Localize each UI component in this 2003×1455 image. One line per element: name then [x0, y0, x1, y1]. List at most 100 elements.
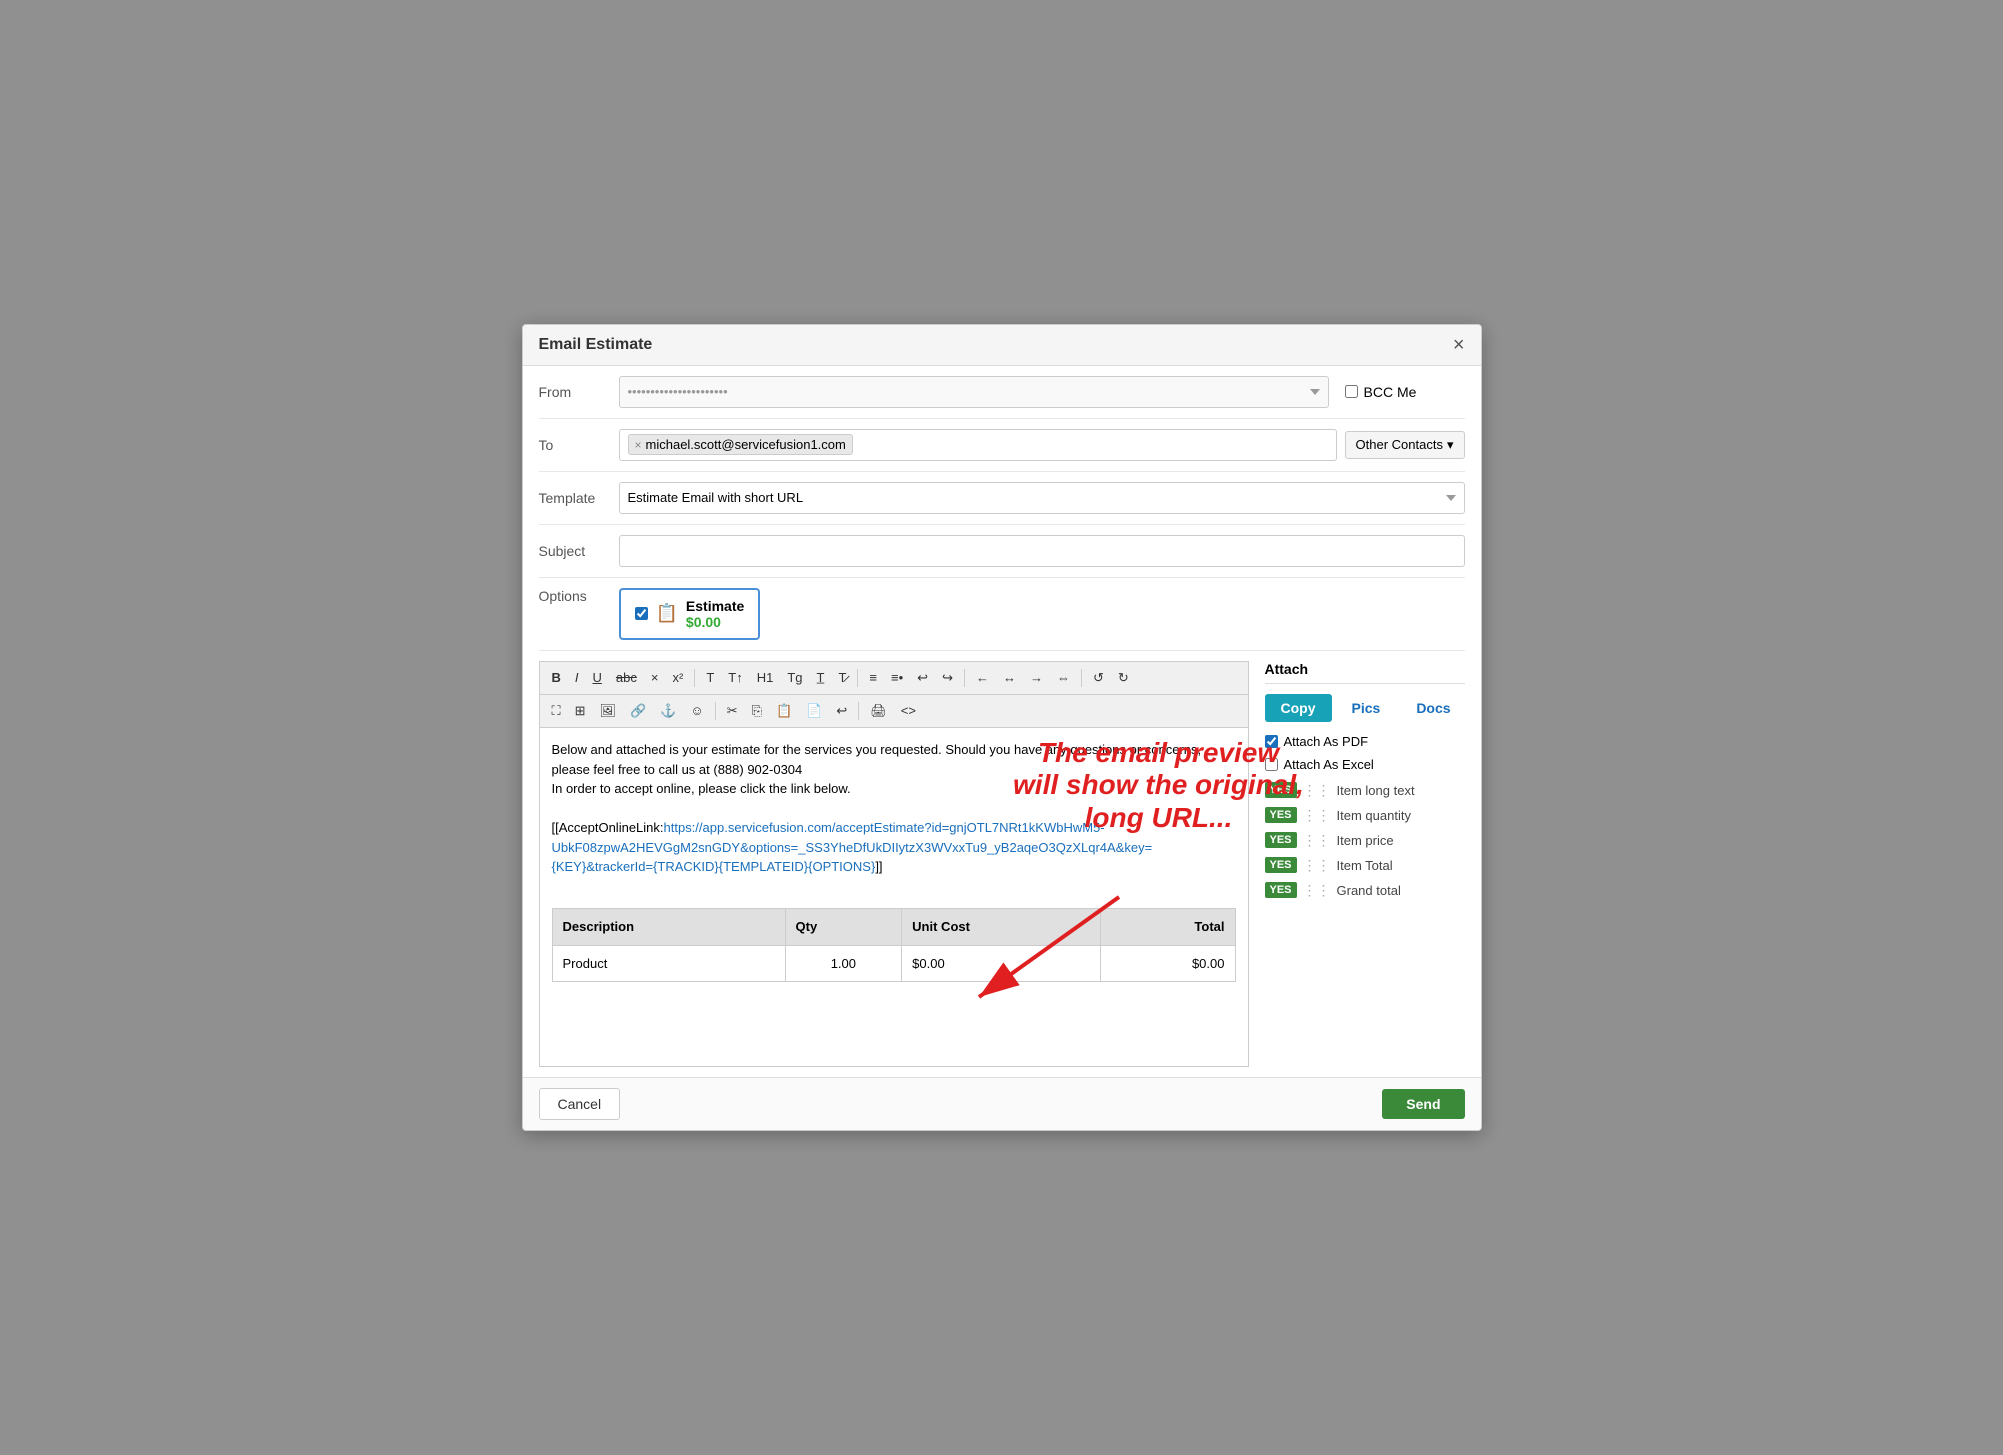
to-row: To × michael.scott@servicefusion1.com Ot…: [539, 419, 1465, 472]
to-field[interactable]: × michael.scott@servicefusion1.com: [619, 429, 1337, 461]
tab-copy[interactable]: Copy: [1265, 694, 1332, 722]
drag-handle-5[interactable]: ⋮⋮: [1303, 882, 1331, 899]
attach-title: Attach: [1265, 661, 1465, 684]
editor-link-para: [[AcceptOnlineLink:https://app.servicefu…: [552, 818, 1236, 877]
tab-docs[interactable]: Docs: [1400, 694, 1466, 722]
font-size-button[interactable]: T: [700, 666, 720, 690]
drag-handle-3[interactable]: ⋮⋮: [1303, 832, 1331, 849]
outdent-button[interactable]: ↩: [911, 666, 934, 690]
modal-footer: Cancel Send: [523, 1077, 1481, 1130]
tag-button[interactable]: Tg: [781, 666, 808, 690]
cancel-button[interactable]: Cancel: [539, 1088, 621, 1120]
toggle-item-price: YES ⋮⋮ Item price: [1265, 832, 1465, 849]
heading-button[interactable]: H1: [751, 666, 780, 690]
bcc-checkbox[interactable]: [1345, 385, 1358, 398]
toolbar-sep3: [964, 669, 965, 687]
subject-input[interactable]: [619, 535, 1465, 567]
print-button[interactable]: 🖨: [864, 699, 893, 723]
email-estimate-modal: Email Estimate × From ••••••••••••••••••…: [522, 324, 1482, 1131]
yes-toggle-grand-total[interactable]: YES: [1265, 882, 1297, 898]
editor-body[interactable]: Below and attached is your estimate for …: [539, 727, 1249, 1067]
toggle-item-quantity: YES ⋮⋮ Item quantity: [1265, 807, 1465, 824]
font-color-button[interactable]: T̲: [811, 666, 831, 690]
table-cell-total: $0.00: [1100, 945, 1235, 982]
estimate-card-text: Estimate $0.00: [686, 598, 744, 630]
redo-button[interactable]: ↻: [1112, 666, 1135, 690]
source-button[interactable]: <>: [895, 699, 922, 723]
estimate-card-amount: $0.00: [686, 614, 744, 630]
from-select[interactable]: ••••••••••••••••••••••: [619, 376, 1329, 408]
ol-button[interactable]: ≡•: [885, 666, 909, 690]
ul-button[interactable]: ≡: [863, 666, 883, 690]
modal-body: From •••••••••••••••••••••• BCC Me To: [523, 366, 1481, 1077]
image-button[interactable]: 🖼: [594, 699, 623, 723]
subject-row: Subject: [539, 525, 1465, 578]
strikethrough-button[interactable]: abc: [610, 666, 643, 690]
font-up-button[interactable]: T↑: [722, 666, 748, 690]
main-content: B I U abc × x² T T↑ H1 Tg T̲ T̷: [523, 651, 1481, 1077]
from-row: From •••••••••••••••••••••• BCC Me: [539, 366, 1465, 419]
form-section: From •••••••••••••••••••••• BCC Me To: [523, 366, 1481, 651]
table-button[interactable]: ⊞: [569, 699, 592, 723]
drag-handle-2[interactable]: ⋮⋮: [1303, 807, 1331, 824]
yes-toggle-item-quantity[interactable]: YES: [1265, 807, 1297, 823]
close-button[interactable]: ×: [1453, 335, 1465, 355]
yes-toggle-item-long-text[interactable]: YES: [1265, 782, 1297, 798]
subscript-button[interactable]: ×: [645, 666, 665, 690]
align-right-button[interactable]: →: [1024, 666, 1049, 690]
indent-button[interactable]: ↪: [936, 666, 959, 690]
editor-link-prefix: [[AcceptOnlineLink:: [552, 820, 664, 835]
link-button[interactable]: 🔗: [624, 699, 652, 723]
table-cell-qty: 1.00: [785, 945, 902, 982]
bcc-area: BCC Me: [1345, 384, 1465, 400]
attach-excel-checkbox[interactable]: [1265, 758, 1278, 771]
align-justify-button[interactable]: ⇔: [1051, 666, 1076, 690]
attach-pdf-row: Attach As PDF: [1265, 734, 1465, 749]
bold-button[interactable]: B: [546, 666, 567, 690]
email-tag-remove[interactable]: ×: [635, 438, 642, 452]
editor-area: B I U abc × x² T T↑ H1 Tg T̲ T̷: [539, 661, 1249, 1067]
toggle-label-item-total: Item Total: [1337, 858, 1393, 873]
estimate-card-icon: 📋: [656, 603, 678, 624]
copy-button[interactable]: ⎘: [746, 699, 768, 723]
anchor-button[interactable]: ⚓: [654, 699, 682, 723]
subject-label: Subject: [539, 543, 619, 559]
emoji-button[interactable]: ☺: [684, 699, 709, 723]
from-label: From: [539, 384, 619, 400]
table-header-unit-cost: Unit Cost: [902, 909, 1100, 946]
modal-header: Email Estimate ×: [523, 325, 1481, 366]
align-left-button[interactable]: ←: [970, 666, 995, 690]
fullscreen-button[interactable]: ⛶: [546, 699, 567, 723]
toolbar-sep4: [1081, 669, 1082, 687]
underline-button[interactable]: U: [587, 666, 608, 690]
drag-handle-4[interactable]: ⋮⋮: [1303, 857, 1331, 874]
options-label: Options: [539, 588, 619, 604]
cut-button[interactable]: ✂: [721, 699, 744, 723]
undo-button[interactable]: ↺: [1087, 666, 1110, 690]
paste-word-button[interactable]: ↩: [830, 699, 853, 723]
superscript-button[interactable]: x²: [666, 666, 689, 690]
attach-pdf-checkbox[interactable]: [1265, 735, 1278, 748]
email-tag: × michael.scott@servicefusion1.com: [628, 434, 853, 455]
paste-text-button[interactable]: 📄: [800, 699, 828, 723]
toggle-label-item-price: Item price: [1337, 833, 1394, 848]
align-center-button[interactable]: ↔: [997, 666, 1022, 690]
table-row: Product 1.00 $0.00 $0.00: [552, 945, 1235, 982]
toggles-area: YES ⋮⋮ Item long text YES ⋮⋮ Item quanti…: [1265, 782, 1465, 899]
other-contacts-button[interactable]: Other Contacts ▾: [1345, 431, 1465, 459]
estimate-checkbox[interactable]: [635, 607, 648, 620]
yes-toggle-item-price[interactable]: YES: [1265, 832, 1297, 848]
italic-button[interactable]: I: [569, 666, 585, 690]
attach-pdf-label: Attach As PDF: [1284, 734, 1369, 749]
sidebar: Attach Copy Pics Docs Attach As PDF Atta…: [1265, 661, 1465, 1067]
table-header-row: Description Qty Unit Cost Total: [552, 909, 1235, 946]
yes-toggle-item-total[interactable]: YES: [1265, 857, 1297, 873]
highlight-button[interactable]: T̷: [832, 666, 852, 690]
template-select[interactable]: Estimate Email with short URL: [619, 482, 1465, 514]
send-button[interactable]: Send: [1382, 1089, 1464, 1119]
email-tag-value: michael.scott@servicefusion1.com: [646, 437, 846, 452]
drag-handle-1[interactable]: ⋮⋮: [1303, 782, 1331, 799]
paste-button[interactable]: 📋: [770, 699, 798, 723]
table-header-qty: Qty: [785, 909, 902, 946]
tab-pics[interactable]: Pics: [1336, 694, 1397, 722]
